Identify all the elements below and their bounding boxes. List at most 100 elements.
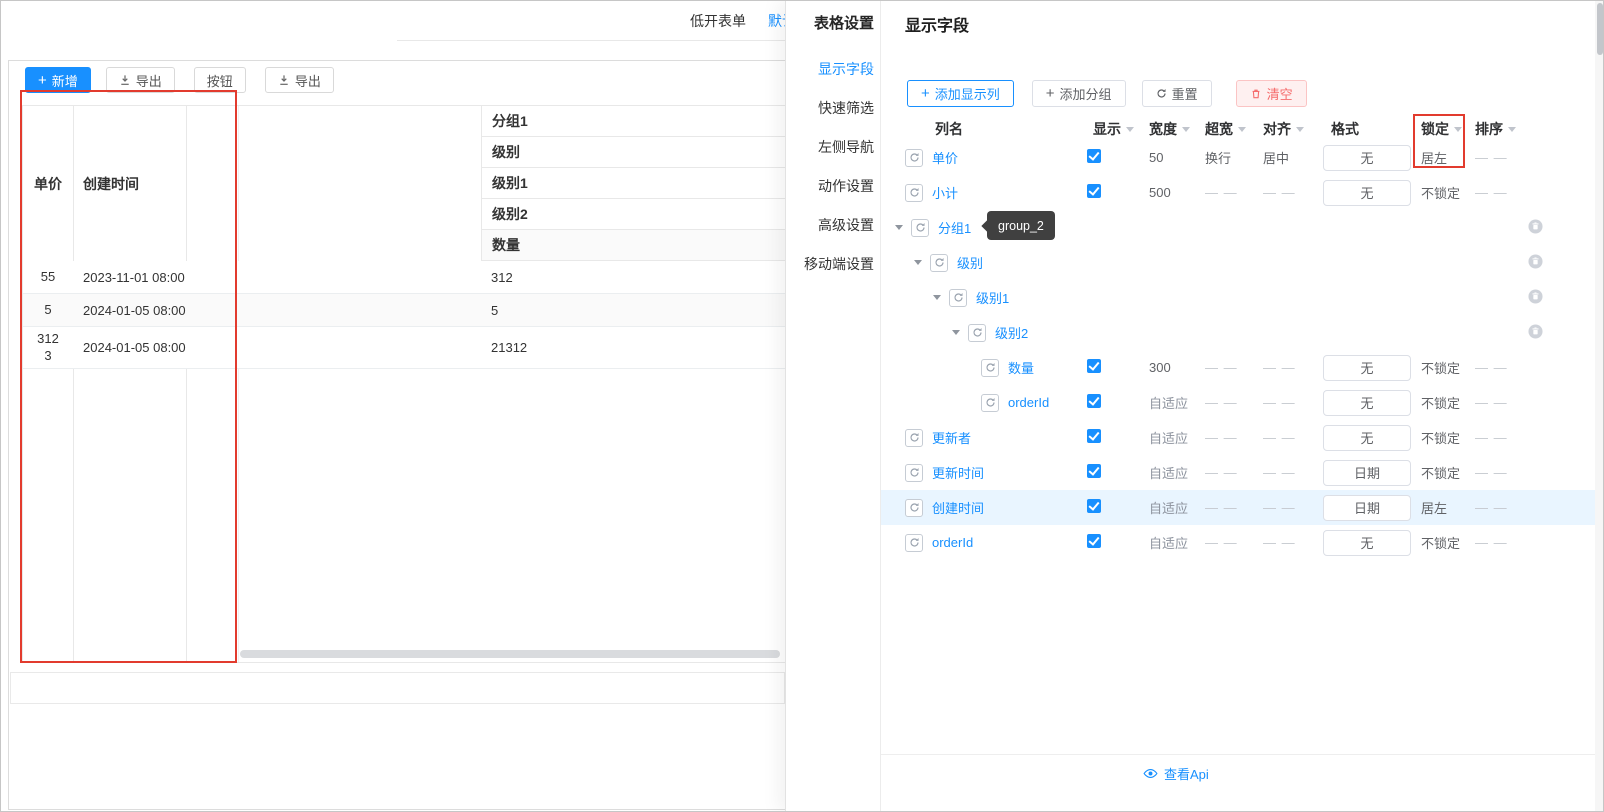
download-icon — [119, 74, 131, 86]
field-name-link[interactable]: 数量 — [1008, 358, 1034, 377]
field-name-cell: orderId — [881, 533, 1087, 552]
refresh-icon[interactable] — [905, 148, 923, 167]
refresh-icon[interactable] — [968, 323, 986, 342]
sort-caret-icon[interactable] — [1508, 126, 1516, 132]
sidebar-item-action-settings[interactable]: 动作设置 — [786, 167, 880, 206]
fields-header-lock[interactable]: 锁定 — [1421, 119, 1475, 139]
expand-caret-icon[interactable] — [895, 225, 903, 230]
checkbox-checked[interactable] — [1087, 499, 1101, 513]
format-select[interactable]: 无 — [1323, 179, 1411, 206]
format-select[interactable]: 无 — [1323, 529, 1411, 556]
group-column-header: 分组1 — [482, 106, 785, 137]
trash-icon — [1250, 88, 1262, 100]
align-cell: — — — [1263, 430, 1296, 445]
vertical-scrollbar[interactable] — [1595, 0, 1604, 812]
refresh-icon[interactable] — [905, 183, 923, 202]
add-display-column-button[interactable]: + 添加显示列 — [907, 80, 1014, 107]
refresh-icon[interactable] — [981, 393, 999, 412]
sort-caret-icon[interactable] — [1238, 126, 1246, 132]
refresh-icon[interactable] — [930, 253, 948, 272]
tab-low-open-form[interactable]: 低开表单 — [690, 11, 746, 31]
refresh-icon[interactable] — [911, 218, 929, 237]
field-name-link[interactable]: orderId — [932, 535, 973, 550]
checkbox-checked[interactable] — [1087, 534, 1101, 548]
lock-cell: 不锁定 — [1421, 186, 1461, 201]
checkbox-checked[interactable] — [1087, 184, 1101, 198]
field-name-link[interactable]: 小计 — [932, 183, 958, 202]
delete-icon[interactable] — [1528, 288, 1543, 304]
sort-caret-icon[interactable] — [1182, 126, 1190, 132]
format-select[interactable]: 无 — [1323, 144, 1411, 171]
sidebar-item-left-nav[interactable]: 左侧导航 — [786, 128, 880, 167]
data-table: 单价 创建时间 分组1 级别 级别1 级别2 数量 55 2023-11-01 08:00… — [22, 105, 785, 663]
reset-button[interactable]: 重置 — [1141, 80, 1212, 107]
field-name-link[interactable]: 更新者 — [932, 428, 971, 447]
refresh-icon — [1156, 88, 1167, 99]
field-name-link[interactable]: 级别2 — [995, 323, 1028, 342]
field-name-link[interactable]: orderId — [1008, 395, 1049, 410]
fields-header-over[interactable]: 超宽 — [1205, 119, 1263, 139]
fields-header-sort[interactable]: 排序 — [1475, 119, 1525, 139]
format-cell: 无 — [1323, 179, 1421, 206]
checkbox-checked[interactable] — [1087, 359, 1101, 373]
format-select[interactable]: 无 — [1323, 424, 1411, 451]
delete-icon[interactable] — [1528, 323, 1543, 339]
fields-table-header: 列名 显示 宽度 超宽 对齐 格式 锁定 排序 — [881, 116, 1604, 142]
expand-caret-icon[interactable] — [952, 330, 960, 335]
sort-caret-icon[interactable] — [1126, 126, 1134, 132]
refresh-icon[interactable] — [981, 358, 999, 377]
export-button[interactable]: 导出 — [105, 67, 175, 93]
sort-cell: — — — [1475, 150, 1508, 165]
expand-caret-icon[interactable] — [914, 260, 922, 265]
delete-icon[interactable] — [1528, 218, 1543, 234]
checkbox-checked[interactable] — [1087, 464, 1101, 478]
width-cell: 自适应 — [1149, 396, 1189, 411]
action-label: 添加分组 — [1059, 87, 1112, 102]
format-select[interactable]: 无 — [1323, 354, 1411, 381]
overflow-cell: — — — [1205, 185, 1238, 200]
sort-cell: — — — [1475, 430, 1508, 445]
column-divider — [186, 106, 187, 662]
lock-cell: 不锁定 — [1421, 361, 1461, 376]
refresh-icon[interactable] — [905, 533, 923, 552]
sidebar-item-quick-filter[interactable]: 快速筛选 — [786, 89, 880, 128]
field-name-link[interactable]: 单价 — [932, 148, 958, 167]
field-name-link[interactable]: 级别1 — [976, 288, 1009, 307]
sidebar-item-mobile-settings[interactable]: 移动端设置 — [786, 245, 880, 284]
refresh-icon[interactable] — [949, 288, 967, 307]
field-name-link[interactable]: 分组1 — [938, 218, 971, 237]
field-name-link[interactable]: 创建时间 — [932, 498, 984, 517]
format-select[interactable]: 日期 — [1323, 494, 1411, 521]
fields-table-body: 单价 50 换行 居中无居左 — — 小计 500— — — — 无不锁定 — — 分组1 级别 级别1… — [881, 140, 1604, 560]
format-cell: 无 — [1323, 354, 1421, 381]
format-select[interactable]: 日期 — [1323, 459, 1411, 486]
sidebar-item-display-fields[interactable]: 显示字段 — [786, 50, 880, 89]
generic-button[interactable]: 按钮 — [193, 67, 246, 93]
checkbox-checked[interactable] — [1087, 394, 1101, 408]
checkbox-checked[interactable] — [1087, 149, 1101, 163]
sort-caret-icon[interactable] — [1296, 126, 1304, 132]
export-button-2[interactable]: 导出 — [264, 67, 334, 93]
sidebar-item-advanced-settings[interactable]: 高级设置 — [786, 206, 880, 245]
vertical-scrollbar-thumb[interactable] — [1596, 3, 1603, 55]
refresh-icon[interactable] — [905, 498, 923, 517]
horizontal-scrollbar-thumb[interactable] — [240, 650, 780, 658]
expand-caret-icon[interactable] — [933, 295, 941, 300]
field-name-link[interactable]: 级别 — [957, 253, 983, 272]
clear-button[interactable]: 清空 — [1235, 80, 1307, 107]
view-api-link[interactable]: 查看Api — [1143, 764, 1209, 783]
field-name-link[interactable]: 更新时间 — [932, 463, 984, 482]
width-cell: 自适应 — [1149, 466, 1189, 481]
fields-header-show[interactable]: 显示 — [1087, 119, 1149, 139]
format-select[interactable]: 无 — [1323, 389, 1411, 416]
add-group-button[interactable]: + 添加分组 — [1031, 80, 1126, 107]
refresh-icon[interactable] — [905, 463, 923, 482]
fields-header-align[interactable]: 对齐 — [1263, 119, 1323, 139]
add-button[interactable]: + 新增 — [25, 67, 91, 93]
refresh-icon[interactable] — [905, 428, 923, 447]
delete-icon[interactable] — [1528, 253, 1543, 269]
lock-cell: 不锁定 — [1421, 431, 1461, 446]
checkbox-checked[interactable] — [1087, 429, 1101, 443]
sort-caret-icon[interactable] — [1454, 126, 1462, 132]
fields-header-width[interactable]: 宽度 — [1149, 119, 1205, 139]
